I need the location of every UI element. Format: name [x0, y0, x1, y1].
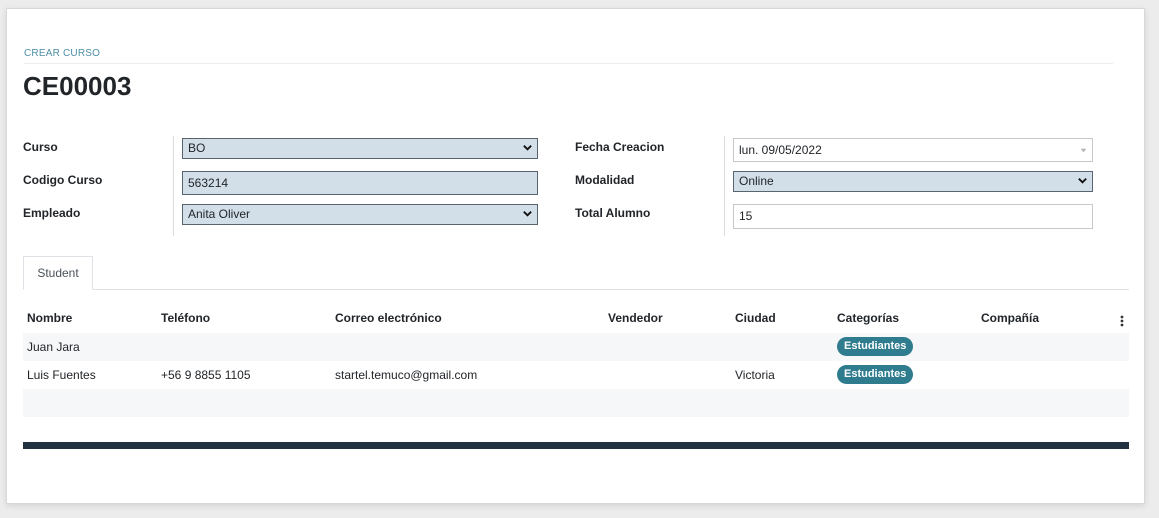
caret-down-icon [1080, 148, 1087, 153]
cell-nombre: Juan Jara [27, 340, 80, 354]
tab-bar-line [23, 289, 1129, 290]
category-badge: Estudiantes [837, 337, 914, 356]
curso-label: Curso [23, 140, 58, 154]
chevron-down-icon [523, 145, 532, 151]
cell-nombre: Luis Fuentes [27, 368, 96, 382]
fecha-creacion-input[interactable]: lun. 09/05/2022 [733, 138, 1093, 162]
empleado-select[interactable]: Anita Oliver [182, 204, 538, 225]
column-header-ciudad[interactable]: Ciudad [735, 311, 776, 325]
footer-bar [23, 442, 1129, 449]
modalidad-select[interactable]: Online [733, 171, 1093, 192]
table-row[interactable]: Juan Jara Estudiantes [23, 333, 1129, 361]
curso-select[interactable]: BO [182, 138, 538, 159]
codigo-curso-input[interactable]: 563214 [182, 171, 538, 195]
tab-student[interactable]: Student [23, 256, 93, 290]
column-header-nombre[interactable]: Nombre [27, 311, 72, 325]
modalidad-value: Online [739, 174, 774, 188]
modalidad-label: Modalidad [575, 173, 635, 187]
empty-table-row [23, 389, 1129, 417]
category-badge: Estudiantes [837, 365, 914, 384]
empleado-label: Empleado [23, 206, 81, 220]
column-header-correo[interactable]: Correo electrónico [335, 311, 442, 325]
fecha-creacion-value: lun. 09/05/2022 [739, 143, 822, 157]
fecha-creacion-label: Fecha Creacion [575, 140, 665, 154]
column-header-categorias[interactable]: Categorías [837, 311, 899, 325]
cell-ciudad: Victoria [735, 368, 775, 382]
form-sheet: CREAR CURSO CE00003 Curso Codigo Curso E… [6, 8, 1145, 504]
total-alumno-label: Total Alumno [575, 206, 651, 220]
left-group-separator [173, 136, 174, 236]
column-header-compania[interactable]: Compañía [981, 311, 1039, 325]
codigo-curso-label: Codigo Curso [23, 173, 103, 187]
total-alumno-value: 15 [739, 209, 753, 223]
column-header-telefono[interactable]: Teléfono [161, 311, 210, 325]
chevron-down-icon [1078, 178, 1087, 184]
column-header-vendedor[interactable]: Vendedor [608, 311, 663, 325]
cell-correo: startel.temuco@gmail.com [335, 368, 478, 382]
codigo-curso-value: 563214 [188, 176, 229, 190]
right-group-separator [724, 136, 725, 236]
form-caption: CREAR CURSO [24, 48, 101, 59]
vertical-dots-icon[interactable] [1120, 315, 1124, 327]
record-title: CE00003 [23, 71, 132, 101]
curso-value: BO [188, 141, 206, 155]
caption-divider [24, 63, 1113, 64]
cell-telefono: +56 9 8855 1105 [161, 368, 251, 382]
empleado-value: Anita Oliver [188, 207, 251, 221]
total-alumno-input[interactable]: 15 [733, 204, 1093, 229]
table-row[interactable]: Luis Fuentes +56 9 8855 1105 startel.tem… [23, 361, 1129, 389]
chevron-down-icon [523, 211, 532, 217]
